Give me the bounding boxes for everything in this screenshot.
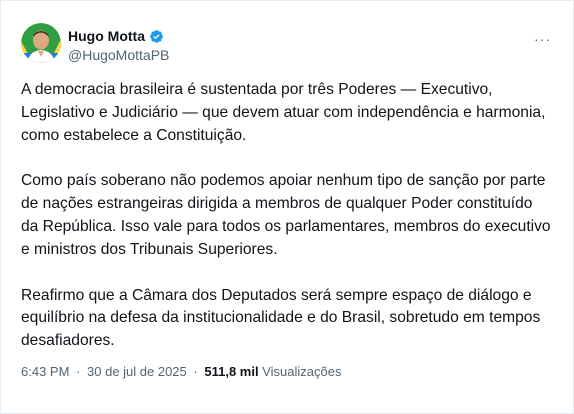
- author-handle[interactable]: @HugoMottaPB: [68, 47, 169, 63]
- author-name-row[interactable]: Hugo Motta: [68, 28, 164, 44]
- meta-separator: ·: [76, 364, 81, 379]
- meta-separator: ·: [193, 364, 198, 379]
- tweet-date[interactable]: 30 de jul de 2025: [87, 364, 187, 379]
- tweet-paragraph: A democracia brasileira é sustentada por…: [21, 81, 546, 144]
- author-name[interactable]: Hugo Motta: [68, 28, 145, 44]
- tweet-time[interactable]: 6:43 PM: [21, 364, 69, 379]
- tweet-paragraph: Como país soberano não podemos apoiar ne…: [21, 172, 551, 258]
- tweet-card: Hugo Motta @HugoMottaPB ··· A democracia…: [0, 0, 574, 414]
- more-options-icon[interactable]: ···: [534, 31, 551, 47]
- avatar-photo-icon: [21, 23, 61, 63]
- tweet-meta: 6:43 PM · 30 de jul de 2025 · 511,8 mil …: [21, 364, 341, 379]
- tweet-paragraph: Reafirmo que a Câmara dos Deputados será…: [21, 286, 541, 350]
- views-label[interactable]: Visualizações: [262, 364, 341, 379]
- verified-badge-icon: [149, 29, 164, 44]
- avatar[interactable]: [21, 23, 61, 63]
- tweet-text: A democracia brasileira é sustentada por…: [21, 79, 553, 376]
- views-count[interactable]: 511,8 mil: [204, 364, 258, 379]
